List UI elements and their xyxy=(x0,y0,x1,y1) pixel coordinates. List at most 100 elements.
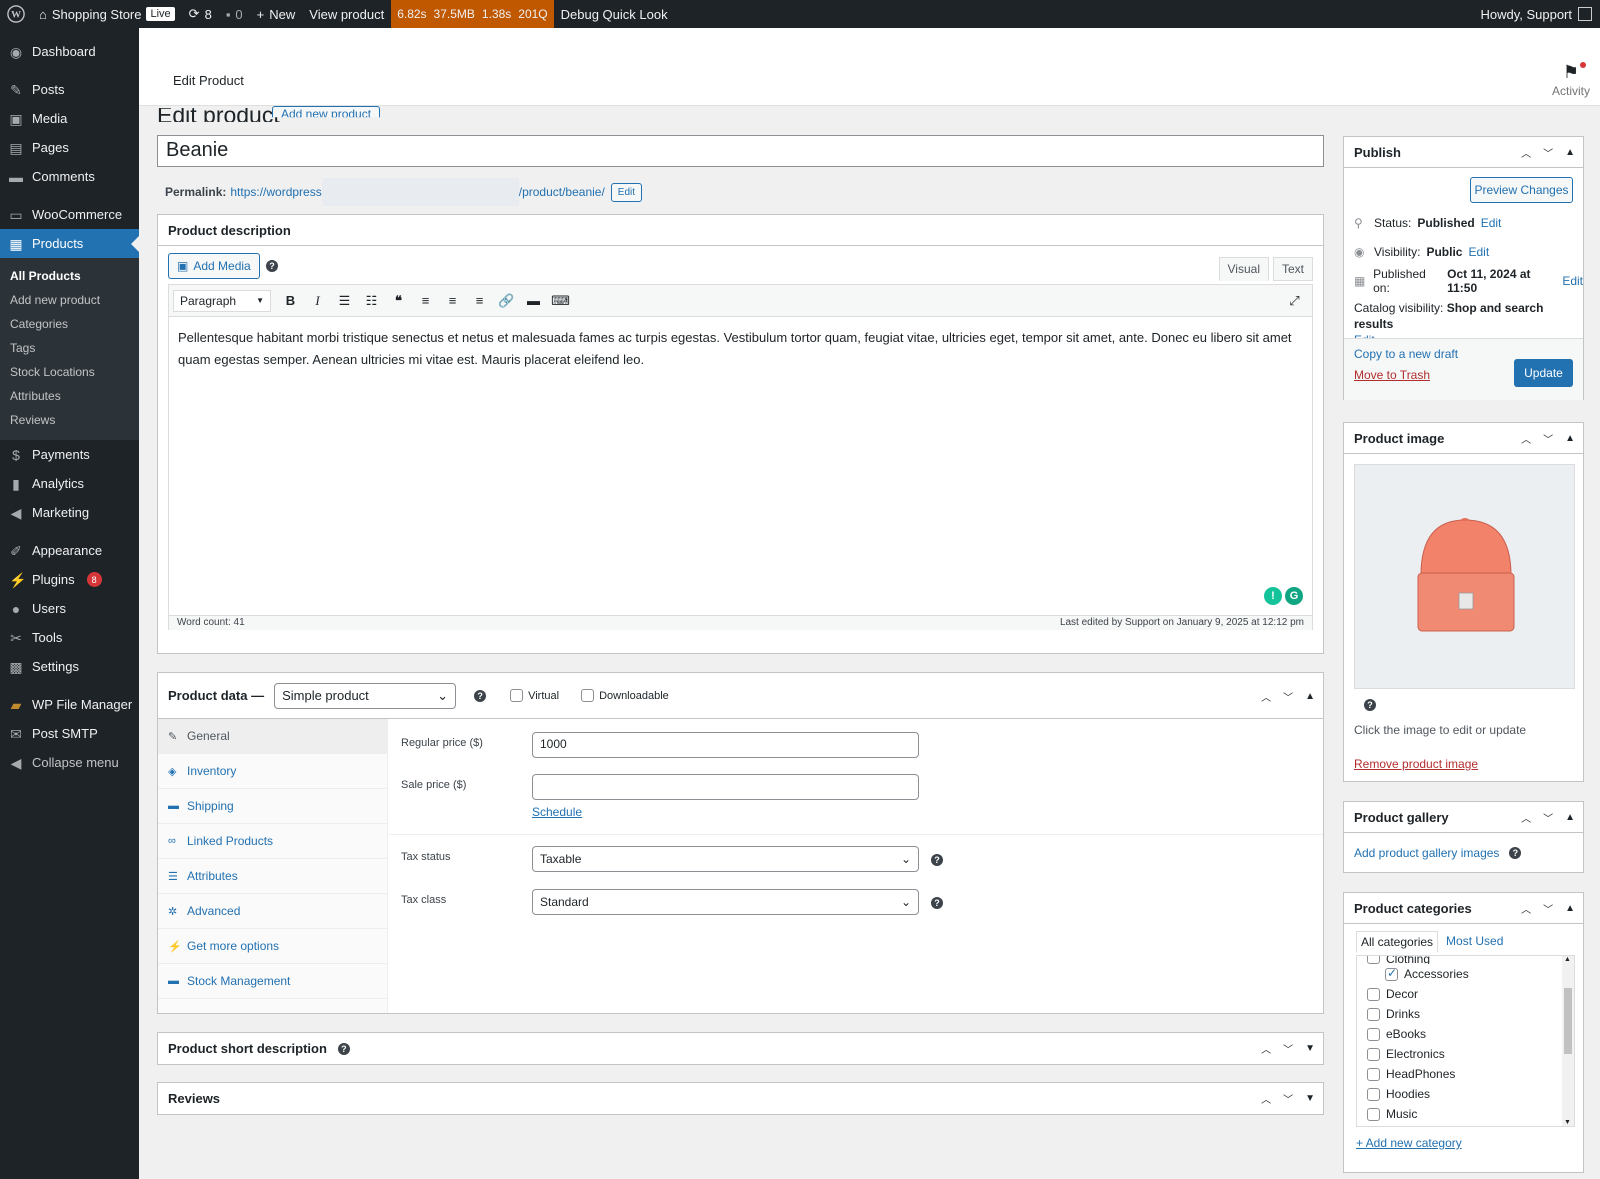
permalink-link-start[interactable]: https://wordpress xyxy=(230,185,321,199)
submenu-attributes[interactable]: Attributes xyxy=(0,384,139,408)
tab-stock-management[interactable]: ▬ Stock Management xyxy=(158,964,387,999)
view-product-link[interactable]: View product xyxy=(302,0,391,28)
menu-users[interactable]: ● Users xyxy=(0,594,139,623)
scrollbar[interactable]: ▲ ▼ xyxy=(1562,956,1574,1126)
expand-arrow-icon[interactable]: ▼ xyxy=(1305,1043,1315,1054)
tab-visual[interactable]: Visual xyxy=(1218,257,1269,281)
scroll-up-icon[interactable]: ▲ xyxy=(1564,956,1571,963)
blockquote-icon[interactable]: ❝ xyxy=(385,287,412,315)
menu-settings[interactable]: ▩ Settings xyxy=(0,652,139,681)
move-down-icon[interactable]: ﹀ xyxy=(1543,145,1553,160)
category-decor[interactable]: Decor xyxy=(1357,984,1574,1004)
edit-date-link[interactable]: Edit xyxy=(1562,274,1583,288)
debug-quick-look[interactable]: Debug Quick Look xyxy=(554,0,675,28)
move-down-icon[interactable]: ﹀ xyxy=(1283,689,1293,704)
update-button[interactable]: Update xyxy=(1514,359,1573,387)
help-icon[interactable]: ? xyxy=(337,1042,350,1055)
preview-changes-button[interactable]: Preview Changes xyxy=(1470,177,1573,203)
move-up-icon[interactable]: ︿ xyxy=(1521,145,1531,160)
collapse-arrow-icon[interactable]: ▲ xyxy=(1565,147,1575,158)
read-more-icon[interactable]: ▬ xyxy=(520,287,547,315)
my-account[interactable]: Howdy, Support xyxy=(1480,7,1600,22)
menu-analytics[interactable]: ▮ Analytics xyxy=(0,469,139,498)
menu-wp-file-manager[interactable]: ▰ WP File Manager xyxy=(0,690,139,719)
bold-icon[interactable]: B xyxy=(277,287,304,315)
move-up-icon[interactable]: ︿ xyxy=(1521,810,1531,825)
align-center-icon[interactable]: ≡ xyxy=(439,287,466,315)
category-ebooks[interactable]: eBooks xyxy=(1357,1024,1574,1044)
move-up-icon[interactable]: ︿ xyxy=(1261,689,1271,704)
move-down-icon[interactable]: ﹀ xyxy=(1283,1091,1293,1106)
menu-posts[interactable]: ✎ Posts xyxy=(0,75,139,104)
tab-attributes[interactable]: ☰ Attributes xyxy=(158,859,387,894)
menu-post-smtp[interactable]: ✉ Post SMTP xyxy=(0,719,139,748)
submenu-add-new-product[interactable]: Add new product xyxy=(0,288,139,312)
menu-pages[interactable]: ▤ Pages xyxy=(0,133,139,162)
move-down-icon[interactable]: ﹀ xyxy=(1543,431,1553,446)
grammarly-widget[interactable]: ! G xyxy=(1264,587,1306,609)
tab-all-categories[interactable]: All categories xyxy=(1356,931,1439,953)
virtual-checkbox[interactable]: Virtual xyxy=(510,689,559,702)
tax-status-select[interactable]: Taxable ⌄ xyxy=(532,846,919,872)
submenu-stock-locations[interactable]: Stock Locations xyxy=(0,360,139,384)
move-down-icon[interactable]: ﹀ xyxy=(1283,1041,1293,1056)
menu-marketing[interactable]: ◀ Marketing xyxy=(0,498,139,527)
category-electronics[interactable]: Electronics xyxy=(1357,1044,1574,1064)
add-new-category-link[interactable]: + Add new category xyxy=(1356,1136,1462,1150)
category-list[interactable]: Clothing Accessories Decor Drinks eBooks… xyxy=(1356,955,1575,1127)
product-type-select[interactable]: Simple product ⌄ xyxy=(274,682,457,709)
category-headphones[interactable]: HeadPhones xyxy=(1357,1064,1574,1084)
activity-button[interactable]: ⚑ Activity xyxy=(1552,62,1590,98)
submenu-categories[interactable]: Categories xyxy=(0,312,139,336)
permalink-link-end[interactable]: /product/beanie/ xyxy=(519,185,605,199)
updates-link[interactable]: ⟳ 8 xyxy=(182,0,219,28)
collapse-arrow-icon[interactable]: ▲ xyxy=(1565,903,1575,914)
menu-products[interactable]: ▦ Products xyxy=(0,229,139,258)
collapse-arrow-icon[interactable]: ▲ xyxy=(1565,433,1575,444)
help-icon[interactable]: ? xyxy=(931,897,943,909)
move-up-icon[interactable]: ︿ xyxy=(1261,1041,1271,1056)
help-icon[interactable]: ? xyxy=(474,689,487,702)
sale-price-input[interactable] xyxy=(532,774,919,800)
align-left-icon[interactable]: ≡ xyxy=(412,287,439,315)
tab-shipping[interactable]: ▬ Shipping xyxy=(158,789,387,824)
tab-general[interactable]: ✎ General xyxy=(158,719,387,754)
link-icon[interactable]: 🔗 xyxy=(493,287,520,315)
tab-most-used[interactable]: Most Used xyxy=(1438,931,1511,953)
move-up-icon[interactable]: ︿ xyxy=(1261,1091,1271,1106)
category-clothing[interactable]: Clothing xyxy=(1357,956,1574,964)
category-music[interactable]: Music xyxy=(1357,1104,1574,1124)
collapse-arrow-icon[interactable]: ▲ xyxy=(1565,812,1575,823)
align-right-icon[interactable]: ≡ xyxy=(466,287,493,315)
submenu-all-products[interactable]: All Products xyxy=(0,264,139,288)
new-content-link[interactable]: + New xyxy=(250,0,303,28)
tab-linked-products[interactable]: ∞ Linked Products xyxy=(158,824,387,859)
schedule-link[interactable]: Schedule xyxy=(532,805,582,819)
tab-inventory[interactable]: ◈ Inventory xyxy=(158,754,387,789)
move-down-icon[interactable]: ﹀ xyxy=(1543,901,1553,916)
help-icon[interactable]: ? xyxy=(931,854,943,866)
category-hoodies[interactable]: Hoodies xyxy=(1357,1084,1574,1104)
edit-status-link[interactable]: Edit xyxy=(1481,216,1502,230)
tab-text[interactable]: Text xyxy=(1272,257,1313,281)
collapse-menu[interactable]: ◀ Collapse menu xyxy=(0,748,139,777)
product-image[interactable] xyxy=(1354,464,1575,689)
product-title-input[interactable]: Beanie xyxy=(157,135,1324,167)
menu-tools[interactable]: ✂ Tools xyxy=(0,623,139,652)
bullet-list-icon[interactable]: ☰ xyxy=(331,287,358,315)
comments-link[interactable]: ▪ 0 xyxy=(219,0,250,28)
tab-get-more-options[interactable]: ⚡ Get more options xyxy=(158,929,387,964)
regular-price-input[interactable]: 1000 xyxy=(532,732,919,758)
site-name-link[interactable]: ⌂ Shopping Store Live xyxy=(32,0,182,28)
fullscreen-icon[interactable]: ⤢ xyxy=(1281,287,1308,315)
format-select[interactable]: Paragraph ▼ xyxy=(173,289,271,312)
copy-to-draft-link[interactable]: Copy to a new draft xyxy=(1354,347,1458,361)
menu-payments[interactable]: $ Payments xyxy=(0,440,139,469)
scrollbar-thumb[interactable] xyxy=(1564,988,1572,1054)
menu-dashboard[interactable]: ◉ Dashboard xyxy=(0,37,139,66)
toolbar-toggle-icon[interactable]: ⌨ xyxy=(547,287,574,315)
add-new-product-button[interactable]: Add new product xyxy=(272,106,381,118)
menu-plugins[interactable]: ⚡ Plugins 8 xyxy=(0,565,139,594)
help-icon[interactable]: ? xyxy=(1364,699,1376,711)
remove-image-link[interactable]: Remove product image xyxy=(1354,757,1478,771)
